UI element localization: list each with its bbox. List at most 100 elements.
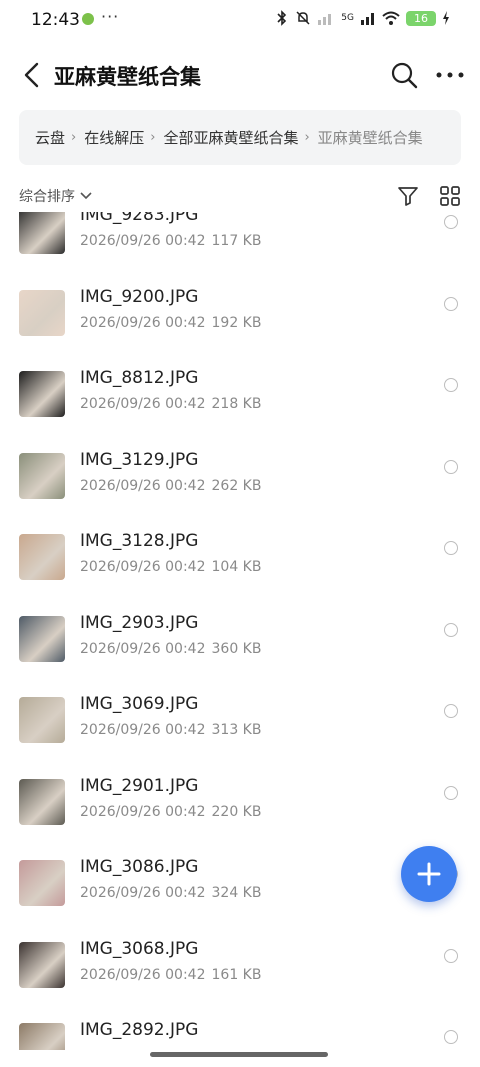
file-size: 218 KB (211, 396, 262, 412)
file-meta: 2026/09/26 00:42 324 KB (80, 885, 261, 901)
file-meta (80, 1048, 86, 1050)
file-name: IMG_3068.JPG (80, 938, 199, 959)
breadcrumb-item[interactable]: 云盘 (35, 127, 65, 148)
status-bar: 12:43 ··· 5G 16 (0, 0, 480, 40)
list-item[interactable]: IMG_8812.JPG 2026/09/26 00:42 218 KB (0, 364, 480, 446)
file-date: 2026/09/26 00:42 (80, 233, 206, 249)
file-size: 324 KB (211, 885, 262, 901)
select-radio[interactable] (444, 948, 458, 963)
grid-view-icon[interactable] (438, 184, 462, 208)
more-notifications-icon: ··· (101, 7, 120, 26)
breadcrumb: 云盘 › 在线解压 › 全部亚麻黄壁纸合集 › 亚麻黄壁纸合集 (19, 110, 461, 165)
signal-5g-icon (361, 13, 374, 25)
list-item[interactable]: IMG_2892.JPG (0, 1016, 480, 1050)
file-name: IMG_9200.JPG (80, 286, 199, 307)
more-options-icon[interactable] (433, 60, 467, 90)
file-list[interactable]: IMG_9283.JPG 2026/09/26 00:42 117 KB IMG_92… (0, 212, 480, 1050)
chevron-right-icon: › (150, 130, 156, 145)
breadcrumb-current: 亚麻黄壁纸合集 (317, 129, 423, 147)
search-icon[interactable] (389, 60, 419, 90)
file-size: 313 KB (211, 722, 262, 738)
select-radio[interactable] (444, 378, 458, 392)
file-meta: 2026/09/26 00:42 262 KB (80, 478, 261, 494)
breadcrumb-item[interactable]: 全部亚麻黄壁纸合集 (163, 127, 298, 148)
file-meta: 2026/09/26 00:42 117 KB (80, 233, 261, 249)
select-radio[interactable] (444, 215, 458, 229)
file-name: IMG_3069.JPG (80, 694, 199, 714)
list-item[interactable]: IMG_2903.JPG 2026/09/26 00:42 360 KB (0, 609, 480, 691)
select-radio[interactable] (444, 622, 458, 637)
add-button[interactable] (401, 846, 457, 902)
filter-icon[interactable] (396, 184, 420, 208)
file-date: 2026/09/26 00:42 (80, 396, 206, 412)
chevron-down-icon (80, 192, 92, 200)
file-date: 2026/09/26 00:42 (80, 722, 206, 738)
file-meta: 2026/09/26 00:42 220 KB (80, 804, 261, 820)
list-item[interactable]: IMG_2901.JPG 2026/09/26 00:42 220 KB (0, 772, 480, 854)
status-icons: 5G 16 (275, 10, 450, 26)
list-item[interactable]: IMG_9200.JPG 2026/09/26 00:42 192 KB (0, 283, 480, 365)
page-title: 亚麻黄壁纸合集 (54, 65, 201, 89)
image-thumbnail (19, 860, 65, 906)
file-name: IMG_9283.JPG (80, 212, 199, 225)
clock: 12:43 (31, 10, 80, 30)
title-bar: 亚麻黄壁纸合集 (0, 50, 480, 100)
image-thumbnail (19, 452, 65, 499)
file-name: IMG_2903.JPG (80, 612, 199, 633)
file-size: 262 KB (211, 477, 262, 494)
charging-icon (443, 11, 449, 25)
file-date: 2026/09/26 00:42 (80, 966, 206, 983)
breadcrumb-item[interactable]: 在线解压 (84, 127, 144, 148)
home-indicator[interactable] (150, 1052, 328, 1057)
file-date: 2026/09/26 00:42 (80, 314, 206, 331)
toolbar: 综合排序 (0, 180, 480, 212)
image-thumbnail (19, 212, 65, 254)
chevron-right-icon: › (304, 130, 310, 145)
wifi-icon (382, 11, 400, 25)
image-thumbnail (19, 615, 65, 662)
back-arrow-icon[interactable] (18, 60, 48, 90)
file-size: 192 KB (211, 314, 262, 331)
image-thumbnail (19, 371, 65, 417)
sort-dropdown[interactable]: 综合排序 (19, 186, 93, 206)
select-radio[interactable] (444, 785, 458, 800)
file-date: 2026/09/26 00:42 (80, 885, 206, 901)
file-meta: 2026/09/26 00:42 218 KB (80, 396, 261, 412)
chevron-right-icon: › (71, 130, 77, 145)
file-size: 104 KB (211, 559, 262, 575)
image-thumbnail (19, 697, 65, 743)
plus-icon (417, 862, 441, 886)
file-name: IMG_3129.JPG (80, 449, 199, 470)
file-size: 220 KB (211, 803, 262, 820)
file-date: 2026/09/26 00:42 (80, 559, 206, 575)
file-size: 117 KB (211, 233, 262, 249)
list-item[interactable]: IMG_9283.JPG 2026/09/26 00:42 117 KB (0, 212, 480, 283)
bluetooth-icon (277, 10, 287, 26)
select-radio[interactable] (444, 296, 458, 311)
file-name: IMG_8812.JPG (80, 368, 199, 388)
image-thumbnail (19, 289, 65, 336)
file-meta: 2026/09/26 00:42 104 KB (80, 559, 261, 575)
file-size: 360 KB (211, 640, 262, 657)
file-meta: 2026/09/26 00:42 313 KB (80, 722, 261, 738)
image-thumbnail (19, 534, 65, 580)
list-item[interactable]: IMG_3129.JPG 2026/09/26 00:42 262 KB (0, 446, 480, 528)
list-item[interactable]: IMG_3068.JPG 2026/09/26 00:42 161 KB (0, 935, 480, 1017)
file-meta: 2026/09/26 00:42 161 KB (80, 967, 261, 983)
file-date: 2026/09/26 00:42 (80, 477, 206, 494)
select-radio[interactable] (444, 541, 458, 555)
file-name: IMG_3086.JPG (80, 857, 199, 877)
network-type: 5G (341, 13, 354, 23)
select-radio[interactable] (444, 1030, 458, 1044)
image-thumbnail (19, 778, 65, 825)
file-meta: 2026/09/26 00:42 360 KB (80, 641, 261, 657)
list-item[interactable]: IMG_3069.JPG 2026/09/26 00:42 313 KB (0, 690, 480, 772)
file-size: 161 KB (211, 966, 262, 983)
battery-indicator: 16 (406, 10, 436, 26)
file-date: 2026/09/26 00:42 (80, 640, 206, 657)
select-radio[interactable] (444, 459, 458, 474)
mute-icon (296, 11, 310, 25)
list-item[interactable]: IMG_3128.JPG 2026/09/26 00:42 104 KB (0, 527, 480, 609)
select-radio[interactable] (444, 704, 458, 718)
file-name: IMG_3128.JPG (80, 531, 199, 551)
